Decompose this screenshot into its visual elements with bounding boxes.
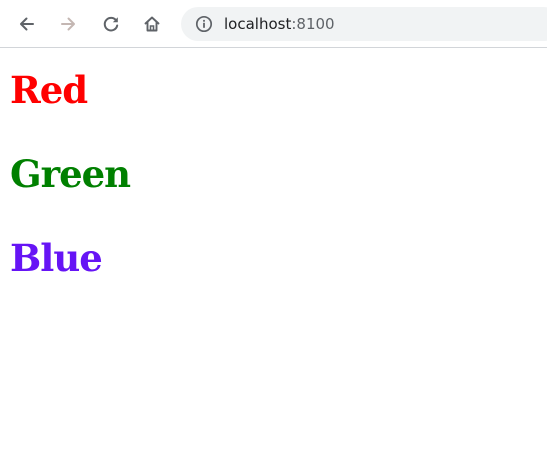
heading-green: Green <box>10 152 131 196</box>
url-text: localhost:8100 <box>224 15 335 33</box>
heading-red: Red <box>10 68 88 112</box>
info-icon[interactable] <box>194 14 214 34</box>
home-icon <box>144 16 160 32</box>
back-button[interactable] <box>11 8 43 40</box>
url-port: :8100 <box>291 15 335 33</box>
address-bar[interactable]: localhost:8100 <box>181 7 547 41</box>
arrow-left-icon <box>20 17 34 31</box>
reload-icon <box>103 16 119 32</box>
arrow-right-icon <box>61 17 75 31</box>
url-host: localhost <box>224 15 292 33</box>
forward-button[interactable] <box>52 8 84 40</box>
page-content: Red Green Blue <box>0 49 547 452</box>
reload-button[interactable] <box>95 8 127 40</box>
browser-toolbar: localhost:8100 <box>0 0 547 48</box>
home-button[interactable] <box>136 8 168 40</box>
heading-blue: Blue <box>10 236 103 280</box>
browser-window: localhost:8100 Red Green Blue <box>0 0 547 452</box>
